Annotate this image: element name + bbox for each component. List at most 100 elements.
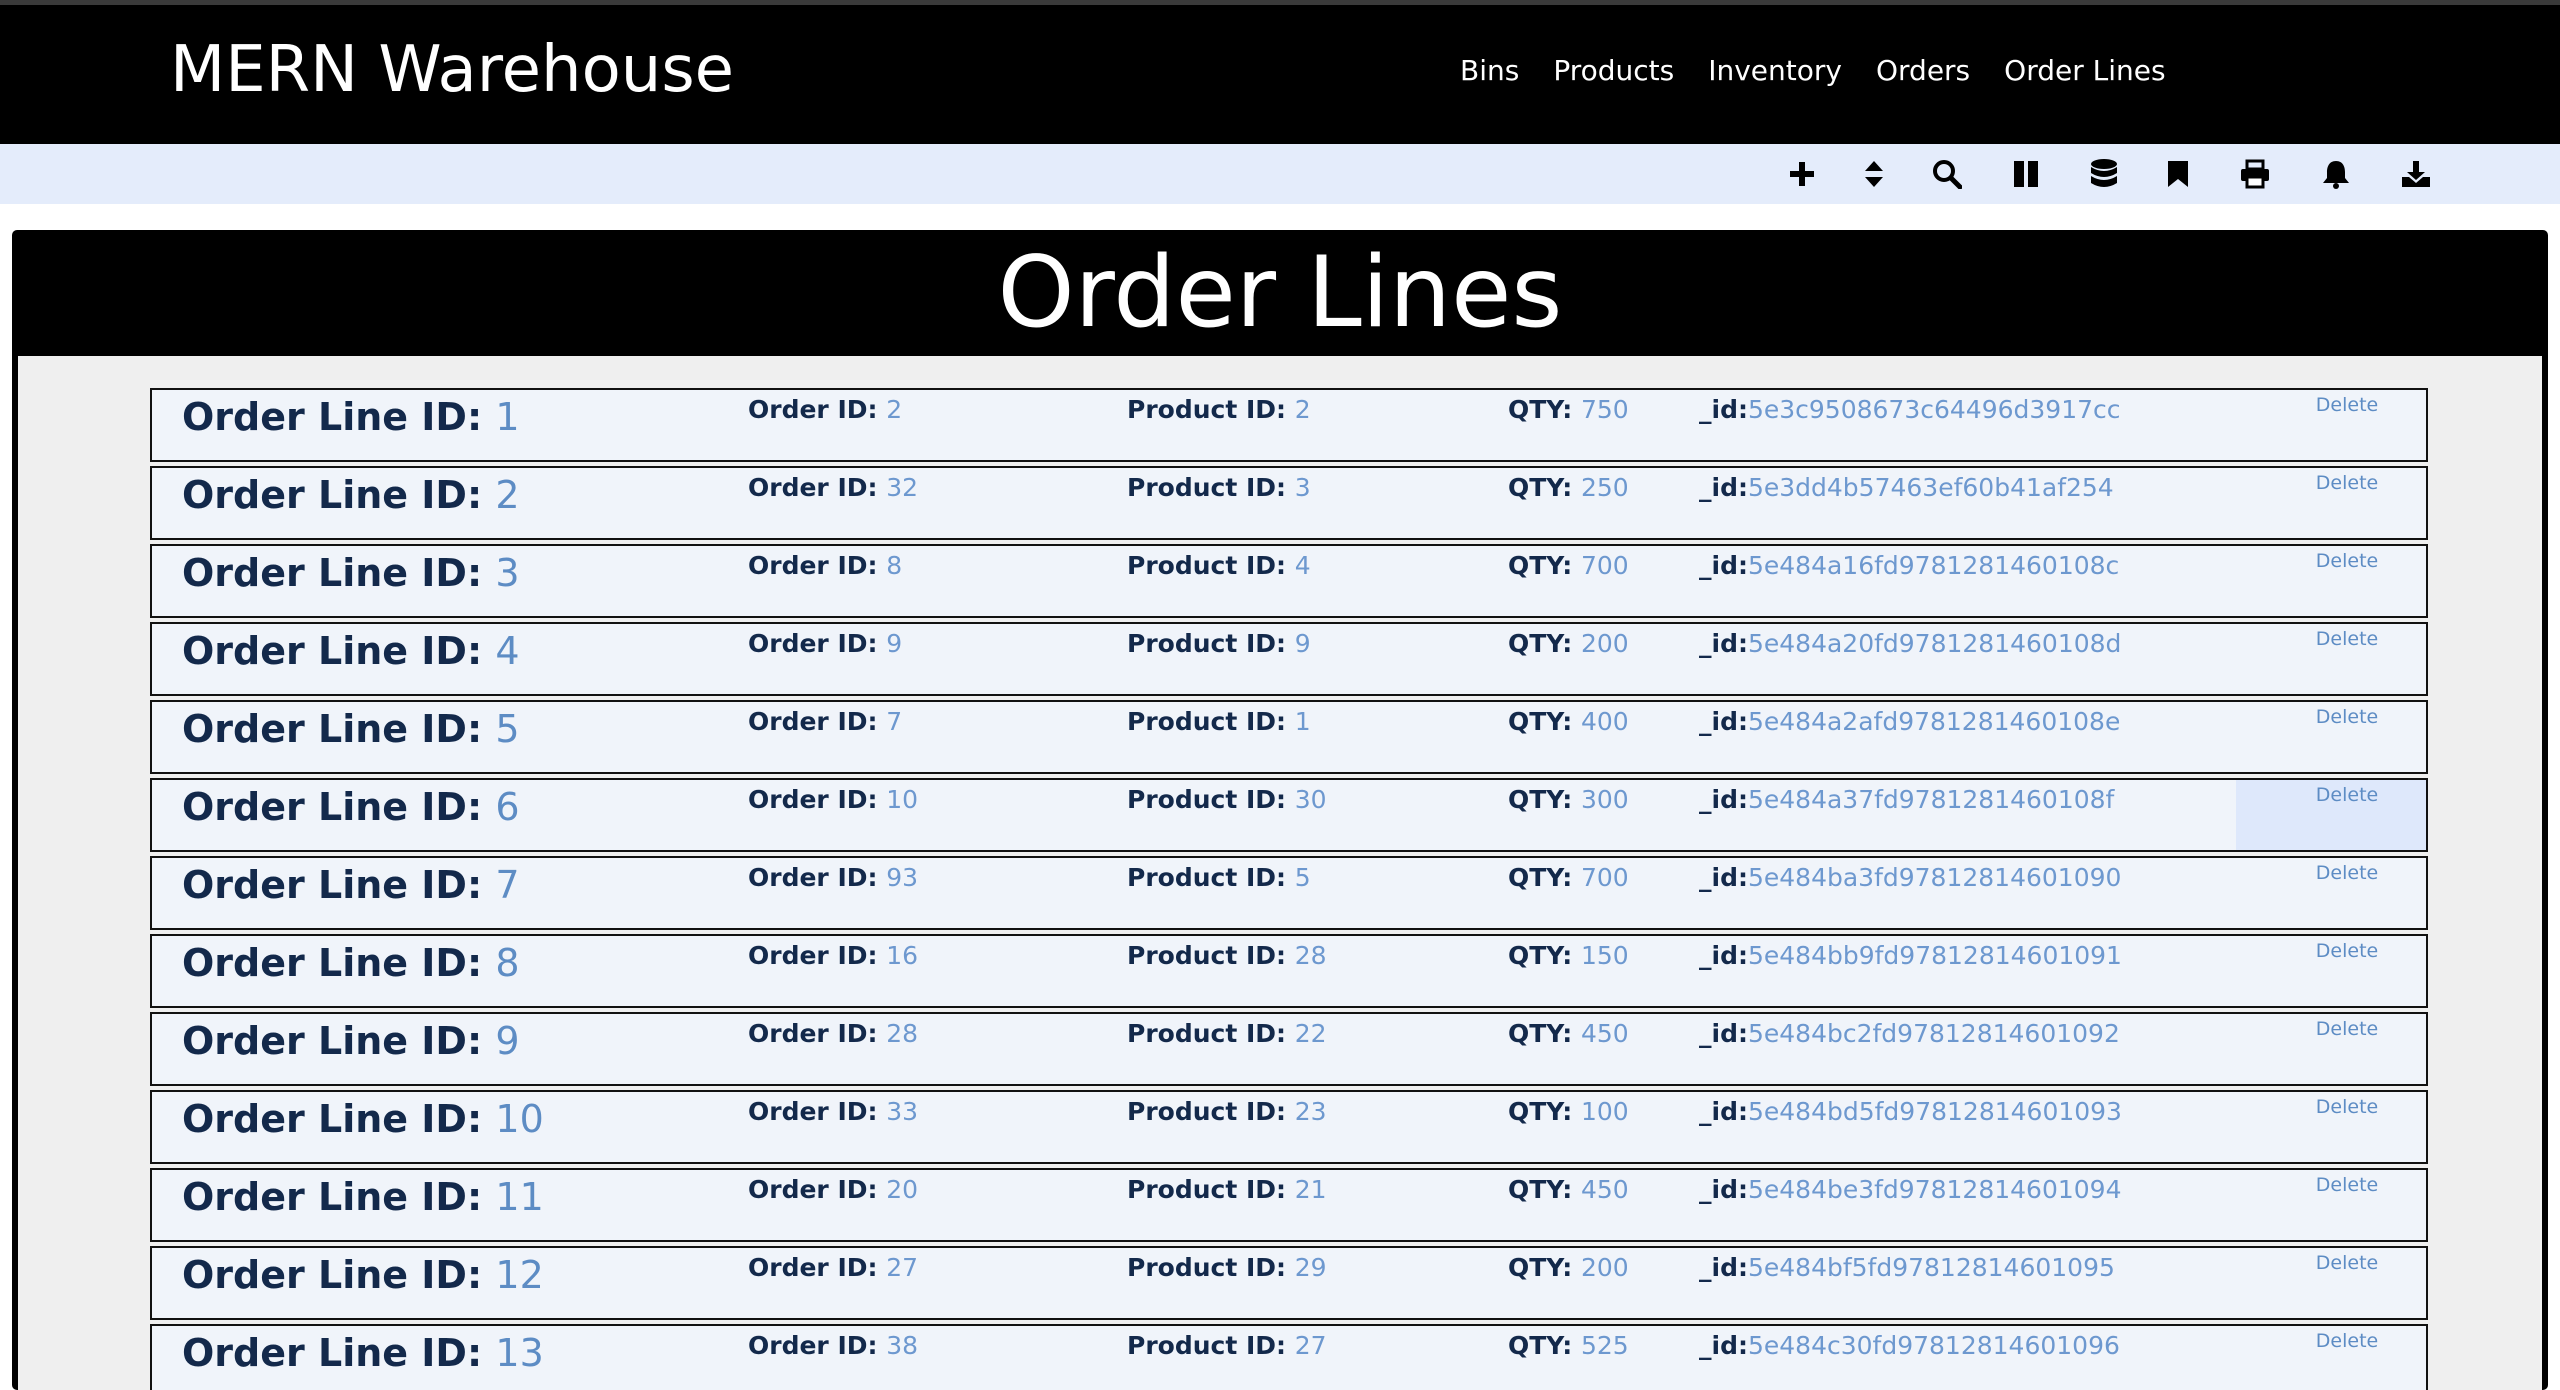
search-icon[interactable] <box>1927 154 1967 194</box>
qty-field: QTY: 200 <box>1508 1252 1629 1284</box>
delete-button[interactable]: Delete <box>2236 1092 2426 1162</box>
order-id-field: Order ID: 33 <box>748 1096 918 1128</box>
product-id-label: Product ID: <box>1127 551 1295 580</box>
object-id-field: _id:5e484bc2fd97812814601092 <box>1699 1018 2120 1050</box>
order-line-id-label: Order Line ID: <box>182 941 496 985</box>
product-id-label: Product ID: <box>1127 395 1295 424</box>
delete-button[interactable]: Delete <box>2236 624 2426 694</box>
order-id-value: 33 <box>886 1097 919 1126</box>
product-id-field: Product ID: 21 <box>1127 1174 1327 1206</box>
object-id-field: _id:5e3c9508673c64496d3917cc <box>1699 394 2121 426</box>
order-line-id-value: 5 <box>495 707 520 751</box>
delete-button[interactable]: Delete <box>2236 936 2426 1006</box>
order-line-id-label: Order Line ID: <box>182 473 496 517</box>
qty-value: 400 <box>1580 707 1629 736</box>
object-id-label: _id: <box>1699 863 1748 892</box>
brand-title[interactable]: MERN Warehouse <box>170 27 734 113</box>
product-id-value: 21 <box>1294 1175 1327 1204</box>
product-id-label: Product ID: <box>1127 941 1295 970</box>
bookmark-icon[interactable] <box>2158 154 2198 194</box>
delete-button[interactable]: Delete <box>2236 858 2426 928</box>
object-id-value: 5e484a16fd9781281460108c <box>1747 551 2120 580</box>
object-id-value: 5e484c30fd97812814601096 <box>1747 1331 2120 1360</box>
nav-link-bins[interactable]: Bins <box>1460 47 1519 95</box>
order-line-id: Order Line ID: 2 <box>182 472 520 518</box>
object-id-value: 5e484bf5fd97812814601095 <box>1747 1253 2115 1282</box>
product-id-label: Product ID: <box>1127 1175 1295 1204</box>
database-icon[interactable] <box>2084 154 2124 194</box>
object-id-value: 5e484ba3fd97812814601090 <box>1747 863 2122 892</box>
order-line-id: Order Line ID: 6 <box>182 784 520 830</box>
plus-icon[interactable] <box>1782 154 1822 194</box>
delete-button[interactable]: Delete <box>2236 390 2426 460</box>
qty-field: QTY: 300 <box>1508 784 1629 816</box>
order-lines-panel: Order Lines Order Line ID: 1 Order ID: 2P… <box>12 230 2548 1390</box>
order-line-id-value: 2 <box>495 473 520 517</box>
product-id-field: Product ID: 5 <box>1127 862 1311 894</box>
nav-link-products[interactable]: Products <box>1553 47 1674 95</box>
qty-value: 200 <box>1580 629 1629 658</box>
object-id-field: _id:5e484be3fd97812814601094 <box>1699 1174 2121 1206</box>
object-id-field: _id:5e484bf5fd97812814601095 <box>1699 1252 2115 1284</box>
order-id-field: Order ID: 38 <box>748 1330 918 1362</box>
product-id-value: 9 <box>1294 629 1311 658</box>
delete-button[interactable]: Delete <box>2236 468 2426 538</box>
delete-button[interactable]: Delete <box>2236 546 2426 616</box>
product-id-label: Product ID: <box>1127 785 1295 814</box>
product-id-label: Product ID: <box>1127 629 1295 658</box>
order-line-id-value: 7 <box>495 863 520 907</box>
order-id-label: Order ID: <box>748 629 887 658</box>
object-id-label: _id: <box>1699 1097 1748 1126</box>
order-line-id-value: 13 <box>495 1331 544 1375</box>
delete-button[interactable]: Delete <box>2236 1248 2426 1318</box>
delete-button[interactable]: Delete <box>2236 1326 2426 1390</box>
product-id-field: Product ID: 3 <box>1127 472 1311 504</box>
columns-icon[interactable] <box>2006 154 2046 194</box>
qty-label: QTY: <box>1508 395 1581 424</box>
object-id-label: _id: <box>1699 707 1748 736</box>
order-id-value: 93 <box>886 863 919 892</box>
delete-button[interactable]: Delete <box>2236 1014 2426 1084</box>
object-id-field: _id:5e484bb9fd97812814601091 <box>1699 940 2122 972</box>
qty-value: 300 <box>1580 785 1629 814</box>
delete-button[interactable]: Delete <box>2236 702 2426 772</box>
nav-link-orders[interactable]: Orders <box>1876 47 1970 95</box>
nav-link-inventory[interactable]: Inventory <box>1708 47 1842 95</box>
product-id-field: Product ID: 27 <box>1127 1330 1327 1362</box>
order-id-value: 10 <box>886 785 919 814</box>
order-id-label: Order ID: <box>748 473 887 502</box>
object-id-value: 5e484be3fd97812814601094 <box>1747 1175 2122 1204</box>
print-icon[interactable] <box>2235 154 2275 194</box>
product-id-value: 23 <box>1294 1097 1327 1126</box>
object-id-field: _id:5e484ba3fd97812814601090 <box>1699 862 2121 894</box>
order-line-id-label: Order Line ID: <box>182 1331 496 1375</box>
order-line-id-value: 6 <box>495 785 520 829</box>
order-line-id-value: 4 <box>495 629 520 673</box>
product-id-value: 1 <box>1294 707 1311 736</box>
qty-label: QTY: <box>1508 941 1581 970</box>
sort-icon[interactable] <box>1854 154 1894 194</box>
order-id-field: Order ID: 10 <box>748 784 918 816</box>
order-line-row: Order Line ID: 12 Order ID: 27 Product ID:… <box>150 1246 2428 1320</box>
object-id-label: _id: <box>1699 1331 1748 1360</box>
product-id-field: Product ID: 30 <box>1127 784 1327 816</box>
qty-field: QTY: 200 <box>1508 628 1629 660</box>
object-id-label: _id: <box>1699 551 1748 580</box>
order-id-field: Order ID: 28 <box>748 1018 918 1050</box>
download-icon[interactable] <box>2396 154 2436 194</box>
delete-button[interactable]: Delete <box>2236 780 2426 850</box>
object-id-value: 5e484bb9fd97812814601091 <box>1747 941 2122 970</box>
nav-link-order-lines[interactable]: Order Lines <box>2004 47 2165 95</box>
qty-label: QTY: <box>1508 1019 1581 1048</box>
order-line-id: Order Line ID: 13 <box>182 1330 544 1376</box>
order-id-label: Order ID: <box>748 395 887 424</box>
toolbar <box>0 144 2560 204</box>
order-id-value: 32 <box>886 473 919 502</box>
bell-icon[interactable] <box>2316 154 2356 194</box>
object-id-field: _id:5e484a2afd9781281460108e <box>1699 706 2120 738</box>
order-line-id: Order Line ID: 3 <box>182 550 520 596</box>
order-line-row: Order Line ID: 1 Order ID: 2 Product ID: 2… <box>150 388 2428 462</box>
object-id-field: _id:5e3dd4b57463ef60b41af254 <box>1699 472 2114 504</box>
delete-button[interactable]: Delete <box>2236 1170 2426 1240</box>
order-line-id-value: 1 <box>495 395 520 439</box>
